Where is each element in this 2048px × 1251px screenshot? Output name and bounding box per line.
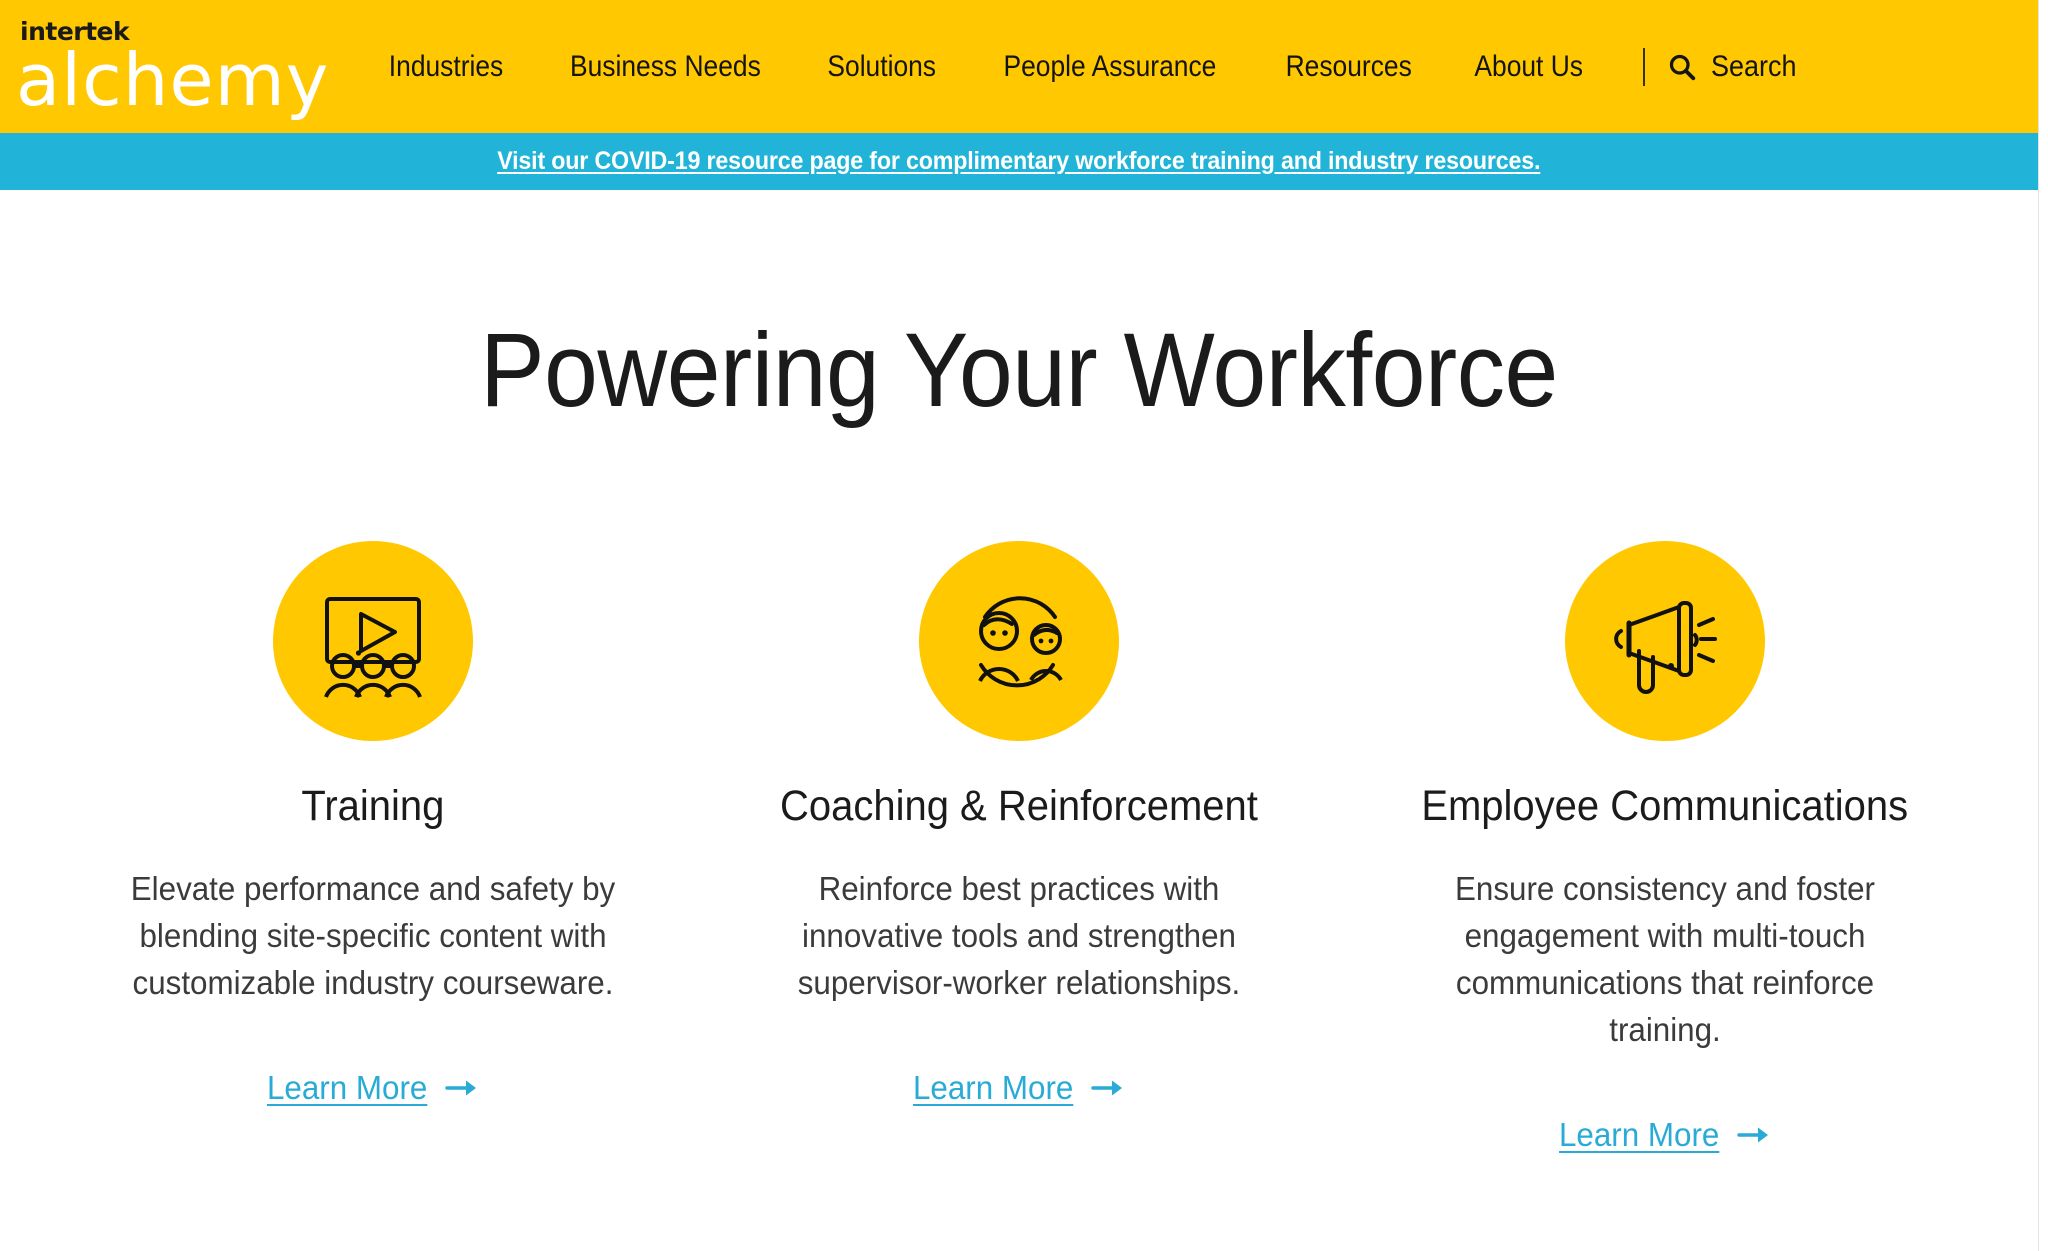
main-navigation: Industries Business Needs Solutions Peop… — [330, 0, 2038, 133]
nav-item-about-us[interactable]: About Us — [1454, 50, 1603, 84]
brand-logo[interactable]: intertek alchemy — [0, 0, 330, 133]
search-button[interactable]: Search — [1667, 50, 1836, 84]
search-icon — [1669, 54, 1696, 80]
two-people-cycle-icon — [978, 596, 1063, 688]
video-training-screen-icon — [324, 597, 422, 698]
card-description-coaching: Reinforce best practices with innovative… — [797, 870, 1241, 1002]
nav-item-industries[interactable]: Industries — [369, 50, 524, 84]
feature-card-communications: Employee Communications Ensure consisten… — [1342, 541, 1988, 1154]
search-label: Search — [1710, 49, 1797, 83]
learn-more-label: Learn More — [1558, 1115, 1719, 1153]
page-title: Powering Your Workforce — [480, 312, 1558, 429]
communications-icon-circle — [1564, 541, 1765, 741]
arrow-right-icon — [445, 1080, 477, 1096]
covid-banner: Visit our COVID-19 resource page for com… — [0, 133, 2038, 190]
site-header: intertek alchemy Industries Business Nee… — [0, 0, 2038, 133]
page-root: intertek alchemy Industries Business Nee… — [0, 0, 2048, 1251]
learn-more-link-communications[interactable]: Learn More — [1559, 1116, 1772, 1154]
learn-more-link-training[interactable]: Learn More — [267, 1069, 480, 1107]
feature-card-training: Training Elevate performance and safety … — [50, 541, 696, 1154]
learn-more-link-coaching[interactable]: Learn More — [913, 1069, 1126, 1107]
nav-item-resources[interactable]: Resources — [1266, 50, 1433, 84]
training-icon-circle — [273, 541, 474, 741]
card-title-communications: Employee Communications — [1421, 782, 1909, 830]
logo-alchemy-text: alchemy — [16, 37, 330, 122]
covid-banner-link[interactable]: Visit our COVID-19 resource page for com… — [497, 147, 1540, 176]
nav-item-business-needs[interactable]: Business Needs — [550, 50, 781, 84]
nav-item-solutions[interactable]: Solutions — [807, 50, 956, 84]
feature-card-coaching: Coaching & Reinforcement Reinforce best … — [696, 541, 1342, 1154]
card-description-communications: Ensure consistency and foster engagement… — [1454, 870, 1875, 1048]
card-title-training: Training — [301, 782, 445, 830]
learn-more-label: Learn More — [912, 1068, 1073, 1106]
card-title-coaching: Coaching & Reinforcement — [780, 782, 1258, 830]
nav-item-people-assurance[interactable]: People Assurance — [984, 50, 1237, 84]
coaching-icon-circle — [918, 541, 1119, 741]
feature-cards: Training Elevate performance and safety … — [0, 541, 2038, 1154]
megaphone-icon — [1614, 601, 1717, 694]
arrow-right-icon — [1091, 1080, 1123, 1096]
card-description-training: Elevate performance and safety by blendi… — [130, 870, 616, 1002]
arrow-right-icon — [1737, 1127, 1769, 1143]
main-content: Powering Your Workforce Training Elevate… — [0, 318, 2038, 1154]
learn-more-label: Learn More — [266, 1068, 428, 1106]
page-scrollbar[interactable] — [2038, 0, 2048, 1251]
nav-divider — [1642, 47, 1645, 86]
